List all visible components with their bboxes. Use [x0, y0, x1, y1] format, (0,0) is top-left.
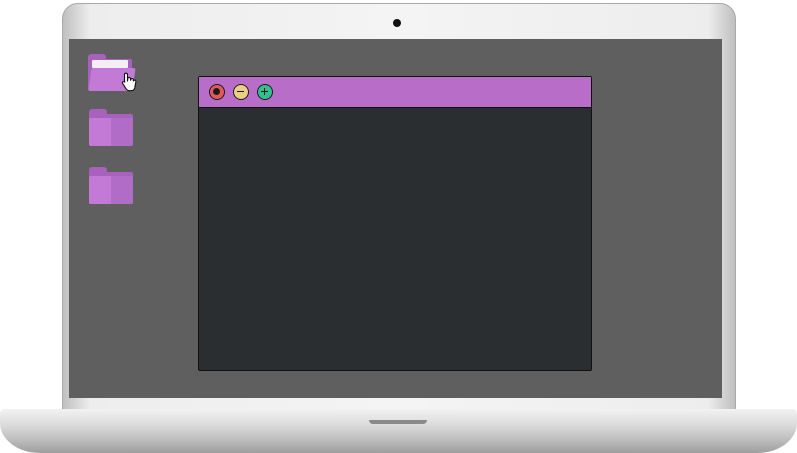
webcam-icon	[393, 19, 401, 27]
trackpad-notch	[369, 420, 427, 424]
folder-front	[89, 176, 133, 204]
folder-front	[89, 118, 133, 146]
window-content	[199, 108, 591, 370]
maximize-icon[interactable]	[257, 84, 273, 100]
window-titlebar[interactable]	[199, 77, 591, 108]
laptop-base	[0, 409, 797, 453]
app-window	[198, 76, 592, 371]
close-icon[interactable]	[209, 84, 225, 100]
desktop-folder-2-icon[interactable]	[89, 109, 135, 147]
minimize-icon[interactable]	[233, 84, 249, 100]
hand-pointer-icon	[121, 72, 137, 92]
folder-paper	[92, 60, 128, 68]
desktop-folder-3-icon[interactable]	[89, 167, 135, 205]
